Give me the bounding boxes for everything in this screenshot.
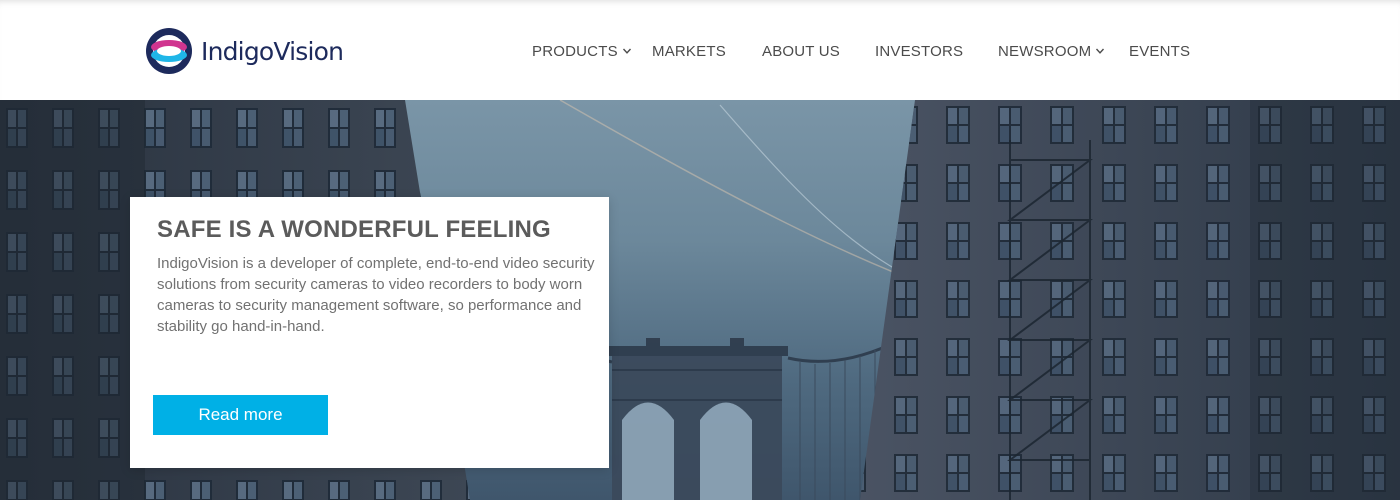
nav-item-markets[interactable]: MARKETS [652,41,726,61]
read-more-button[interactable]: Read more [153,395,328,435]
nav-item-about-us[interactable]: ABOUT US [762,41,840,61]
nav-label-investors: INVESTORS [875,42,964,60]
site-header: IndigoVision PRODUCTS MARKETS ABOUT US I… [0,0,1400,100]
nav-item-newsroom[interactable]: NEWSROOM [998,41,1105,61]
logo-link[interactable]: IndigoVision [144,26,344,76]
indigovision-logo-icon [146,28,192,74]
hero-description: IndigoVision is a developer of complete,… [157,255,595,335]
nav-label-products: PRODUCTS [532,42,618,60]
nav-item-products[interactable]: PRODUCTS [532,41,632,61]
nav-item-investors[interactable]: INVESTORS [875,41,963,61]
chevron-down-icon [1096,48,1105,54]
logo-text: IndigoVision [201,36,344,66]
nav-label-events: EVENTS [1129,42,1191,60]
nav-label-newsroom: NEWSROOM [998,42,1092,60]
chevron-down-icon [622,48,631,54]
nav-item-events[interactable]: EVENTS [1129,41,1190,61]
nav-label-about-us: ABOUT US [762,42,841,60]
hero-title: SAFE IS A WONDERFUL FEELING [157,216,551,243]
hero-card: SAFE IS A WONDERFUL FEELING IndigoVision… [130,197,609,468]
nav-label-markets: MARKETS [652,42,726,60]
